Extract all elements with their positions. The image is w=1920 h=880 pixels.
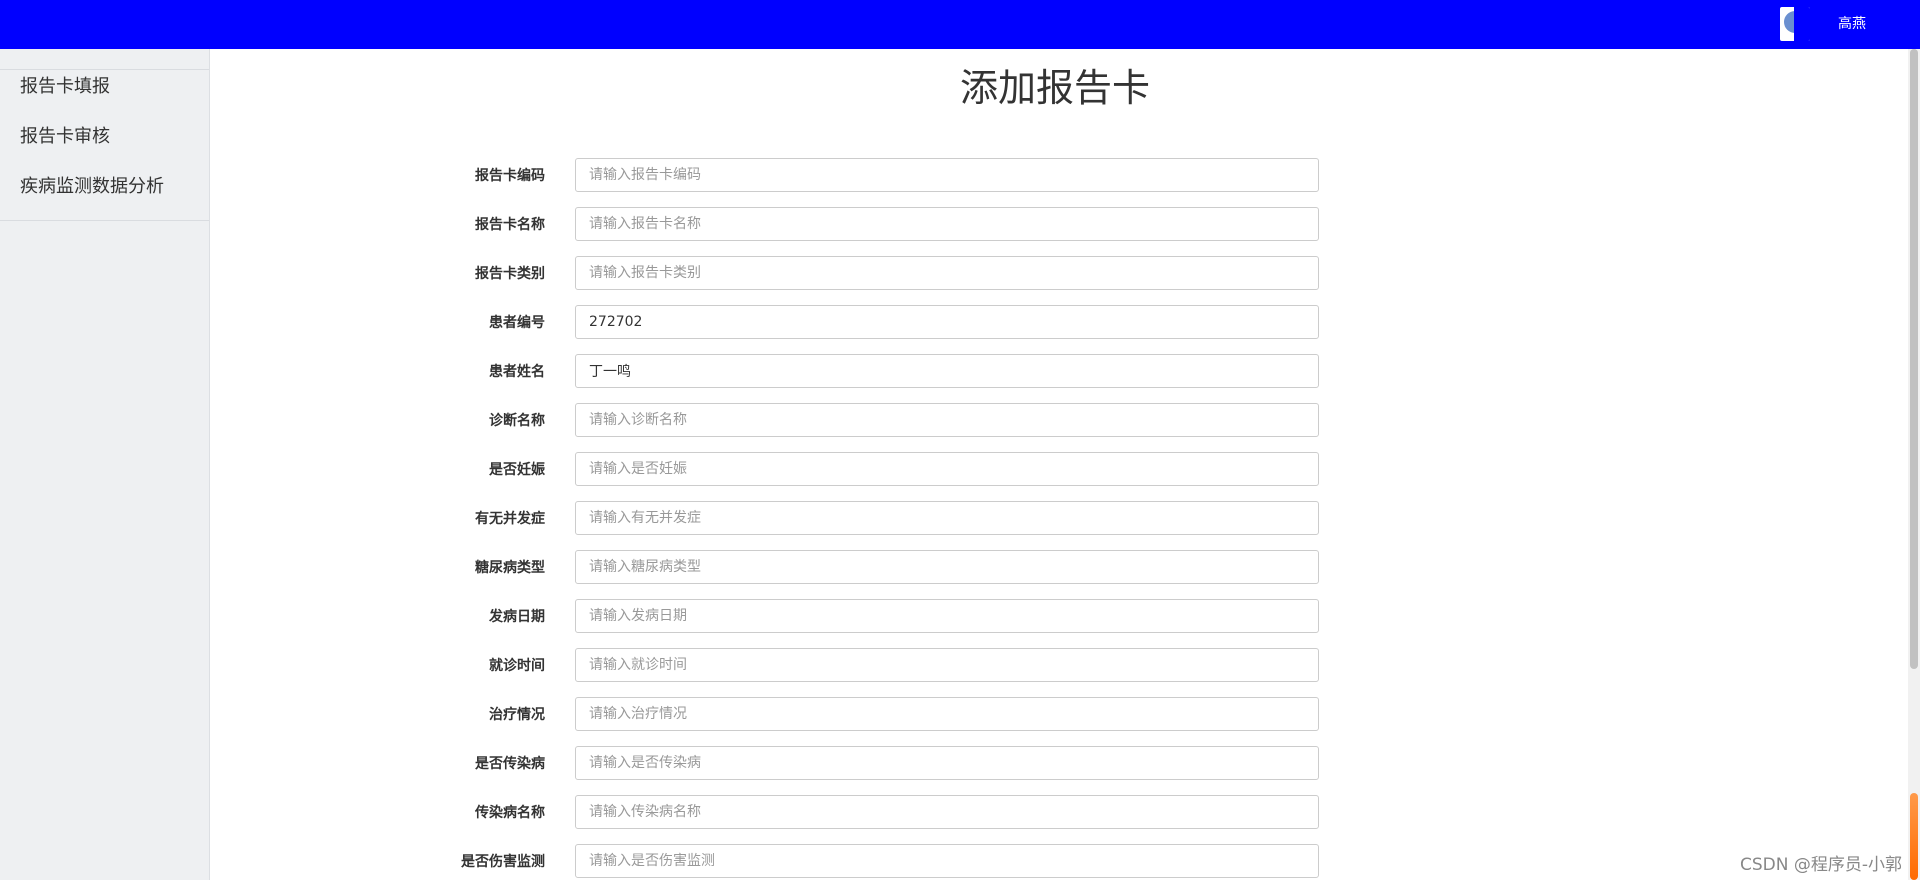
- form-row: 就诊时间: [0, 648, 1400, 684]
- form-row: 报告卡名称: [0, 207, 1400, 243]
- report-category-input[interactable]: [575, 256, 1319, 290]
- divider: [0, 69, 209, 70]
- form-row: 患者编号: [0, 305, 1400, 341]
- scroll-indicator: [1910, 793, 1918, 880]
- field-label: 治疗情况: [489, 707, 545, 723]
- form-row: 是否妊娠: [0, 452, 1400, 488]
- onset-date-input[interactable]: [575, 599, 1319, 633]
- field-label: 传染病名称: [475, 805, 545, 821]
- complication-input[interactable]: [575, 501, 1319, 535]
- injury-monitoring-input[interactable]: [575, 844, 1319, 878]
- form-row: 发病日期: [0, 599, 1400, 635]
- watermark: CSDN @程序员-小郭: [1739, 855, 1902, 875]
- patient-id-input[interactable]: [575, 305, 1319, 339]
- report-name-input[interactable]: [575, 207, 1319, 241]
- form-row: 报告卡编码: [0, 158, 1400, 194]
- sidebar-item-report-review[interactable]: 报告卡审核: [20, 125, 110, 149]
- field-label: 有无并发症: [475, 511, 545, 527]
- field-label: 报告卡编码: [475, 168, 545, 184]
- field-label: 糖尿病类型: [475, 560, 545, 576]
- form-row: 是否伤害监测: [0, 844, 1400, 880]
- form-row: 治疗情况: [0, 697, 1400, 733]
- diabetes-type-input[interactable]: [575, 550, 1319, 584]
- form-row: 传染病名称: [0, 795, 1400, 831]
- scrollbar-thumb[interactable]: [1910, 49, 1918, 669]
- diagnosis-name-input[interactable]: [575, 403, 1319, 437]
- field-label: 患者姓名: [489, 364, 545, 380]
- page-title: 添加报告卡: [959, 66, 1150, 110]
- sidebar-item-report-fill[interactable]: 报告卡填报: [20, 75, 110, 99]
- form-row: 患者姓名: [0, 354, 1400, 390]
- pregnancy-input[interactable]: [575, 452, 1319, 486]
- form-row: 糖尿病类型: [0, 550, 1400, 586]
- top-navbar: 高燕: [0, 0, 1920, 49]
- field-label: 患者编号: [489, 315, 545, 331]
- form-row: 是否传染病: [0, 746, 1400, 782]
- field-label: 就诊时间: [489, 658, 545, 674]
- infectious-input[interactable]: [575, 746, 1319, 780]
- user-avatar-icon[interactable]: [1780, 7, 1810, 41]
- form-row: 诊断名称: [0, 403, 1400, 439]
- field-label: 报告卡类别: [475, 266, 545, 282]
- field-label: 是否伤害监测: [461, 854, 545, 870]
- visit-time-input[interactable]: [575, 648, 1319, 682]
- form-row: 报告卡类别: [0, 256, 1400, 292]
- infectious-name-input[interactable]: [575, 795, 1319, 829]
- patient-name-input[interactable]: [575, 354, 1319, 388]
- field-label: 报告卡名称: [475, 217, 545, 233]
- form-row: 有无并发症: [0, 501, 1400, 537]
- vertical-scrollbar[interactable]: [1908, 49, 1920, 880]
- treatment-input[interactable]: [575, 697, 1319, 731]
- field-label: 发病日期: [489, 609, 545, 625]
- field-label: 是否传染病: [475, 756, 545, 772]
- field-label: 诊断名称: [489, 413, 545, 429]
- field-label: 是否妊娠: [489, 462, 545, 478]
- report-code-input[interactable]: [575, 158, 1319, 192]
- username[interactable]: 高燕: [1838, 14, 1866, 34]
